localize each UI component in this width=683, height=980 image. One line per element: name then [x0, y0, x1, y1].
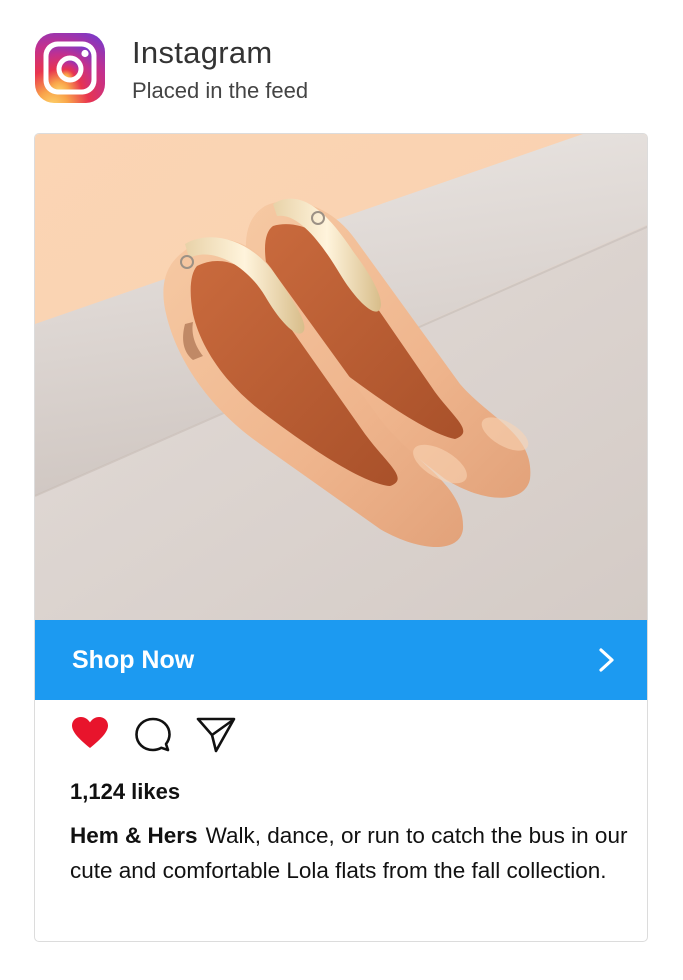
shop-now-label: Shop Now	[72, 646, 195, 674]
post-actions	[71, 716, 271, 756]
post-caption: Hem & Hers Walk, dance, or run to catch t…	[70, 818, 630, 888]
comment-icon[interactable]	[135, 717, 171, 753]
placement-subtitle: Placed in the feed	[132, 78, 309, 103]
app-title: Instagram	[132, 35, 273, 70]
ad-post-card: Shop Now 1,124 likes Hem & Hers Walk, dan…	[34, 133, 648, 942]
send-icon[interactable]	[196, 716, 236, 754]
placement-header: Instagram Placed in the feed	[35, 33, 635, 108]
heart-icon[interactable]	[71, 716, 109, 750]
caption-username[interactable]: Hem & Hers	[70, 823, 198, 848]
chevron-right-icon	[599, 648, 614, 672]
likes-count: 1,124 likes	[70, 779, 181, 804]
product-photo[interactable]	[35, 134, 648, 620]
shop-now-button[interactable]: Shop Now	[35, 620, 647, 700]
instagram-logo-icon	[35, 33, 105, 103]
